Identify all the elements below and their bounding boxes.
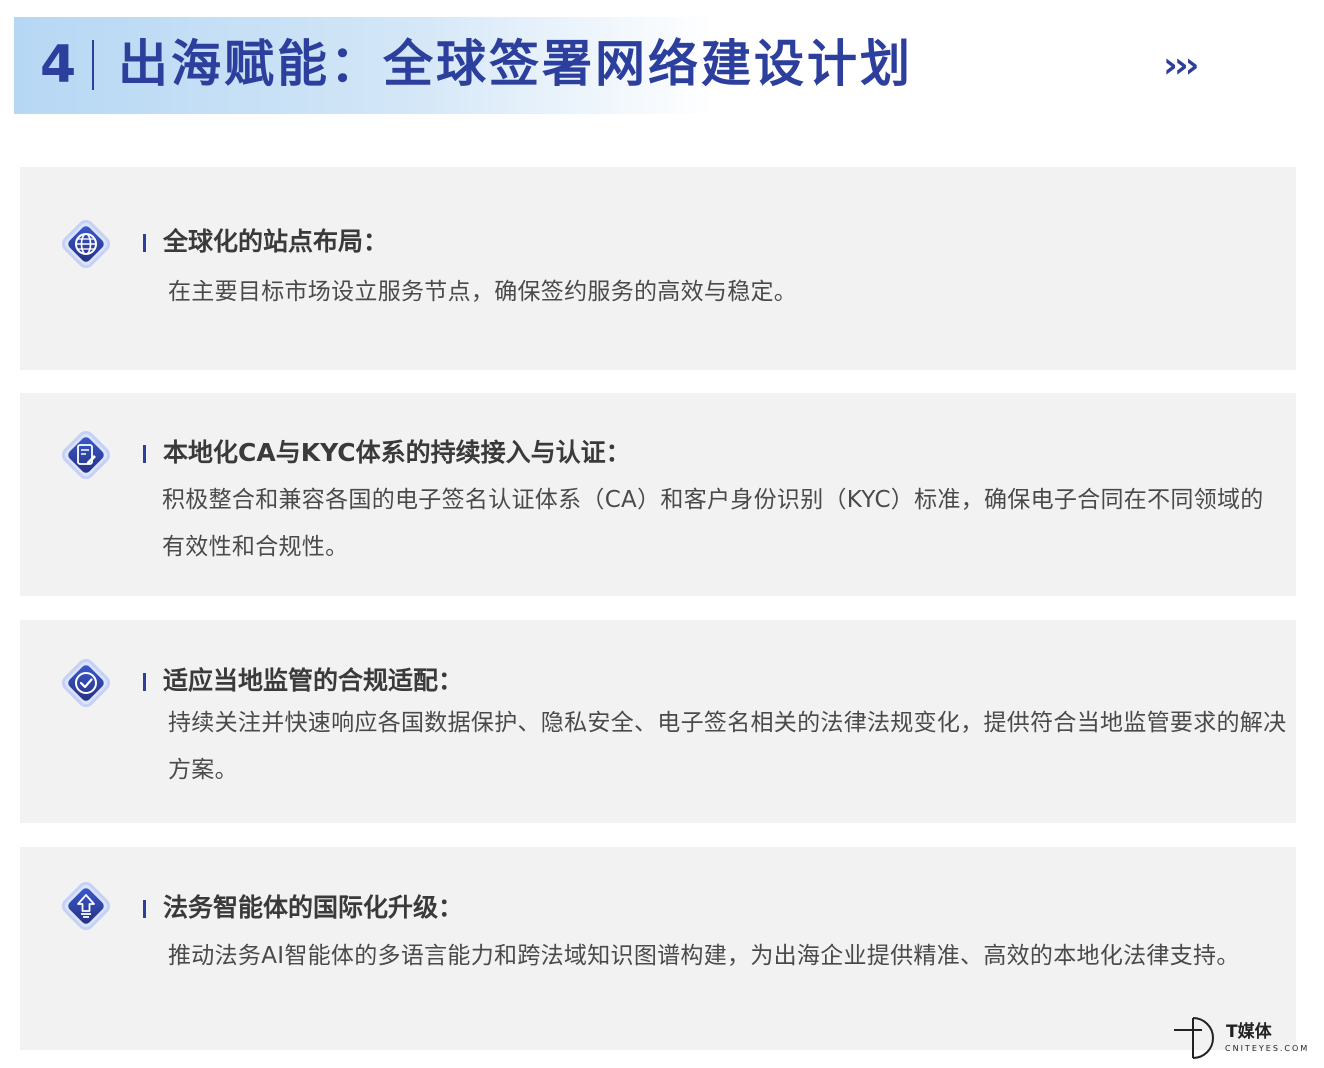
check-circle-icon (54, 651, 118, 715)
card-description: 持续关注并快速响应各国数据保护、隐私安全、电子签名相关的法律法规变化，提供符合当… (168, 710, 1287, 783)
card-title: 法务智能体的国际化升级： (163, 893, 464, 922)
brand-logo: T媒体 CNITEYES.COM (1172, 1008, 1312, 1060)
card-description: 积极整合和兼容各国的电子签名认证体系（CA）和客户身份识别（KYC）标准，确保电… (162, 487, 1264, 560)
chevron-right-icon: ››› (1163, 45, 1199, 86)
section-number: 4 (40, 35, 77, 95)
document-edit-icon (54, 423, 118, 487)
header-divider (92, 40, 94, 90)
page-title: 出海赋能：全球签署网络建设计划 (118, 35, 913, 93)
title-marker (143, 673, 146, 691)
card-title: 适应当地监管的合规适配： (163, 666, 464, 695)
globe-icon (54, 212, 118, 276)
logo-site: CNITEYES.COM (1225, 1044, 1310, 1053)
logo-mark-icon (1174, 1017, 1214, 1059)
card-legal-ai: 法务智能体的国际化升级： 推动法务AI智能体的多语言能力和跨法域知识图谱构建，为… (20, 847, 1296, 1050)
card-description: 推动法务AI智能体的多语言能力和跨法域知识图谱构建，为出海企业提供精准、高效的本… (168, 943, 1240, 969)
logo-name: T媒体 (1226, 1022, 1272, 1042)
card-global-sites: 全球化的站点布局： 在主要目标市场设立服务节点，确保签约服务的高效与稳定。 (20, 167, 1296, 370)
title-marker (143, 234, 146, 252)
card-compliance: 适应当地监管的合规适配： 持续关注并快速响应各国数据保护、隐私安全、电子签名相关… (20, 620, 1296, 823)
card-local-ca-kyc: 本地化CA与KYC体系的持续接入与认证： 积极整合和兼容各国的电子签名认证体系（… (20, 393, 1296, 596)
card-title: 全球化的站点布局： (163, 227, 389, 256)
card-title: 本地化CA与KYC体系的持续接入与认证： (163, 438, 631, 467)
card-description: 在主要目标市场设立服务节点，确保签约服务的高效与稳定。 (168, 279, 798, 305)
title-marker (143, 445, 146, 463)
title-marker (143, 900, 146, 918)
upgrade-arrow-icon (54, 874, 118, 938)
